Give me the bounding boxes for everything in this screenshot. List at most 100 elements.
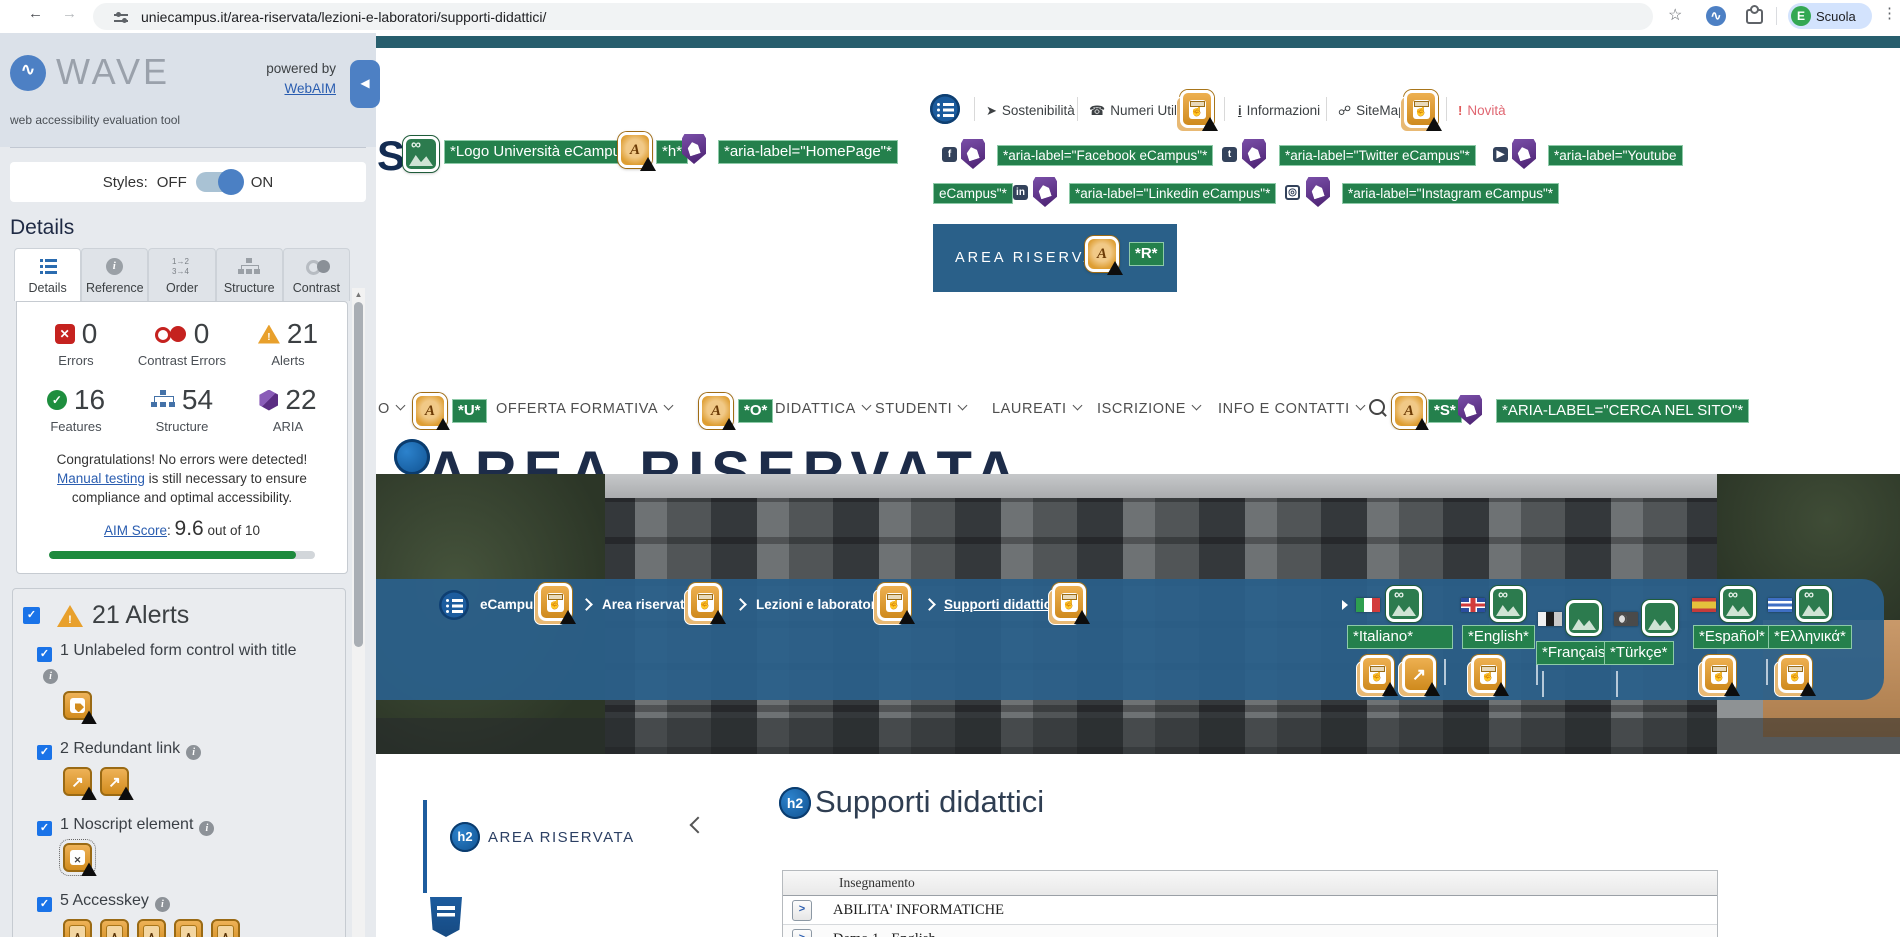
nav-laureati[interactable]: LAUREATI: [992, 400, 1083, 417]
redundant-title-wave-icon[interactable]: [1778, 655, 1816, 696]
aria-tag-icon[interactable]: [1242, 139, 1266, 169]
info-icon[interactable]: [43, 669, 58, 685]
expand-row-button[interactable]: >: [792, 900, 812, 921]
twitter-icon[interactable]: t: [1222, 147, 1237, 162]
back-icon[interactable]: ←: [28, 5, 43, 22]
bookmark-star-icon[interactable]: ☆: [1668, 5, 1682, 25]
wave-extension-icon[interactable]: [1706, 6, 1726, 26]
utility-informazioni[interactable]: i Informazioni: [1238, 103, 1320, 118]
linked-image-icon[interactable]: [403, 136, 439, 172]
wave-panel-scrollbar[interactable]: ▲: [352, 288, 365, 937]
nav-studenti[interactable]: STUDENTI: [875, 400, 968, 417]
alert-instance-icon-accesskey[interactable]: [63, 919, 92, 937]
flag-espanol[interactable]: [1692, 598, 1716, 612]
alert-checkbox[interactable]: [37, 745, 52, 761]
extensions-puzzle-icon[interactable]: [1746, 5, 1763, 24]
scrollbar-thumb[interactable]: [354, 302, 363, 647]
alert-instance-icon-link[interactable]: [63, 767, 97, 801]
flag-english[interactable]: [1461, 598, 1485, 612]
utility-novita[interactable]: ! Novità: [1458, 103, 1506, 118]
linked-image-icon[interactable]: [1490, 586, 1526, 622]
redundant-link-wave-icon[interactable]: [1402, 655, 1440, 696]
scroll-up-icon[interactable]: ▲: [352, 290, 365, 299]
alert-instance-icon-noscript[interactable]: [59, 839, 97, 877]
alert-checkbox[interactable]: [37, 897, 52, 913]
tab-contrast[interactable]: Contrast: [282, 248, 351, 301]
styles-toggle[interactable]: [195, 169, 244, 195]
alert-instance-icon-form[interactable]: [63, 691, 97, 725]
webaim-link[interactable]: WebAIM: [284, 81, 336, 96]
linked-image-icon[interactable]: [1386, 586, 1422, 622]
utility-sitemap[interactable]: ☍ SiteMap: [1338, 103, 1406, 119]
area-riservata-button[interactable]: AREA RISERVATA *R*: [933, 224, 1177, 292]
breadcrumb-lezioni-e-laboratori[interactable]: Lezioni e laboratori: [756, 597, 880, 612]
redundant-title-wave-icon[interactable]: [538, 583, 576, 624]
table-row[interactable]: > ABILITA' INFORMATICHE: [783, 896, 1717, 925]
linked-image-icon[interactable]: [1796, 586, 1832, 622]
breadcrumb-ecampus[interactable]: eCampus: [480, 597, 541, 612]
flag-turkce[interactable]: [1614, 612, 1638, 626]
nav-partial-item[interactable]: O: [378, 400, 406, 417]
redundant-title-wave-icon[interactable]: [1360, 655, 1398, 696]
alert-instance-icon-accesskey[interactable]: [174, 919, 203, 937]
aria-tag-icon[interactable]: [1033, 177, 1057, 207]
aria-tag-icon[interactable]: [682, 134, 706, 164]
browser-menu-icon[interactable]: ⋮: [1882, 4, 1897, 22]
redundant-title-wave-icon[interactable]: [688, 583, 726, 624]
redundant-title-wave-icon[interactable]: [1471, 655, 1509, 696]
info-icon[interactable]: [154, 897, 170, 913]
flag-francais[interactable]: [1538, 612, 1562, 626]
linkedin-icon[interactable]: in: [1013, 185, 1028, 200]
redundant-title-wave-icon[interactable]: [877, 583, 915, 624]
alert-instance-icon-accesskey[interactable]: [100, 919, 129, 937]
redundant-title-wave-icon[interactable]: [1052, 583, 1090, 624]
facebook-icon[interactable]: f: [942, 147, 957, 162]
utility-numeri-utili[interactable]: ☎ Numeri Utili: [1089, 103, 1180, 119]
redundant-title-wave-icon[interactable]: [1702, 655, 1740, 696]
tab-details[interactable]: Details: [14, 248, 82, 301]
wave-collapse-button[interactable]: [350, 60, 380, 108]
accesskey-icon[interactable]: [413, 393, 451, 432]
redundant-title-wave-icon[interactable]: [1180, 90, 1218, 131]
aria-tag-icon[interactable]: [1458, 395, 1482, 425]
aria-tag-icon[interactable]: [1306, 177, 1330, 207]
manual-testing-link[interactable]: Manual testing: [57, 471, 145, 486]
alert-instance-icon-link[interactable]: [100, 767, 134, 801]
aim-score-link[interactable]: AIM Score: [104, 523, 167, 538]
collapse-chevron-icon[interactable]: [689, 816, 707, 834]
nav-info-e-contatti[interactable]: INFO E CONTATTI: [1218, 400, 1366, 417]
breadcrumb-area-riservata[interactable]: Area riservata: [602, 597, 692, 612]
aria-tag-icon[interactable]: [961, 139, 985, 169]
aria-tag-icon[interactable]: [1512, 139, 1536, 169]
alert-checkbox[interactable]: [37, 647, 52, 663]
list-structure-icon[interactable]: [930, 94, 960, 124]
redundant-title-wave-icon[interactable]: [1404, 90, 1442, 131]
nav-offerta-formativa[interactable]: OFFERTA FORMATIVA: [496, 400, 674, 417]
tab-reference[interactable]: Reference: [81, 248, 149, 301]
info-icon[interactable]: [199, 821, 215, 837]
tab-structure[interactable]: Structure: [215, 248, 283, 301]
list-structure-icon[interactable]: [439, 590, 469, 620]
site-info-icon[interactable]: [114, 10, 128, 24]
linked-image-icon[interactable]: [1720, 586, 1756, 622]
nav-iscrizione[interactable]: ISCRIZIONE: [1097, 400, 1202, 417]
accesskey-icon[interactable]: [699, 393, 737, 432]
accesskey-icon[interactable]: [1085, 236, 1123, 275]
tab-order[interactable]: Order: [148, 248, 216, 301]
url-bar[interactable]: uniecampus.it/area-riservata/lezioni-e-l…: [93, 3, 1653, 30]
flag-ellinika[interactable]: [1768, 598, 1792, 612]
image-icon[interactable]: [1642, 600, 1678, 636]
info-icon[interactable]: [186, 745, 202, 761]
flag-italiano[interactable]: [1356, 598, 1380, 612]
table-row[interactable]: > Demo 1 - English: [783, 925, 1717, 937]
accesskey-icon[interactable]: [618, 132, 656, 171]
image-icon[interactable]: [1566, 600, 1602, 636]
alerts-checkbox[interactable]: [23, 607, 40, 625]
alert-instance-icon-accesskey[interactable]: [211, 919, 240, 937]
breadcrumb-supporti-didattici[interactable]: Supporti didattici: [944, 597, 1055, 612]
youtube-icon[interactable]: ▶: [1493, 147, 1508, 162]
accesskey-icon[interactable]: [1392, 393, 1430, 432]
url-text[interactable]: uniecampus.it/area-riservata/lezioni-e-l…: [141, 9, 546, 25]
forward-icon[interactable]: →: [62, 5, 77, 22]
alert-instance-icon-accesskey[interactable]: [137, 919, 166, 937]
